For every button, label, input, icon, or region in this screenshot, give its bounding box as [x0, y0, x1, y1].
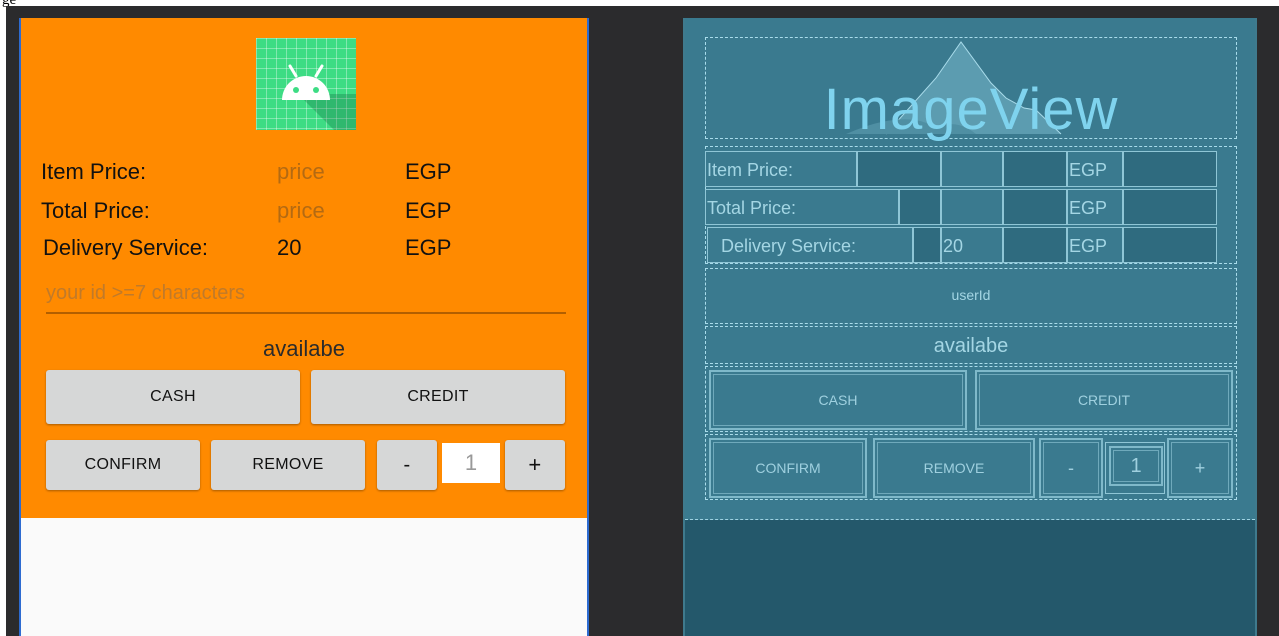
blueprint-availability-text: availabe: [705, 326, 1237, 364]
android-app-icon: [256, 38, 356, 130]
blueprint-user-id-input[interactable]: userId: [705, 268, 1237, 324]
blueprint-delivery-service-currency: EGP: [1069, 236, 1108, 256]
android-robot-icon: [282, 64, 330, 100]
blueprint-cell: [941, 151, 1003, 187]
confirm-button[interactable]: CONFIRM: [46, 440, 200, 490]
blueprint-image-view[interactable]: ImageView: [705, 37, 1237, 142]
blueprint-remove-button[interactable]: REMOVE: [873, 438, 1035, 498]
cash-button[interactable]: CASH: [46, 370, 300, 424]
blueprint-total-price-currency: EGP: [1069, 198, 1108, 218]
order-panel: Item Price: price EGP Total Price: price…: [21, 18, 587, 518]
blueprint-cell: [1003, 151, 1067, 187]
blueprint-user-id-label: userId: [951, 287, 991, 303]
item-price-value: price: [277, 159, 325, 184]
user-id-input-underline: [46, 312, 566, 314]
blueprint-increment-button[interactable]: +: [1167, 438, 1233, 498]
credit-button[interactable]: CREDIT: [311, 370, 565, 424]
blueprint-cell: [1003, 227, 1067, 263]
blueprint-delivery-service-label: Delivery Service:: [721, 236, 857, 256]
blueprint-cell: [1123, 189, 1217, 225]
blueprint-confirm-button[interactable]: CONFIRM: [709, 438, 867, 498]
blueprint-quantity-field[interactable]: 1: [1109, 446, 1163, 486]
delivery-service-currency: EGP: [405, 235, 452, 260]
blueprint-cell: [899, 189, 941, 225]
blueprint-cell: [1003, 189, 1067, 225]
delivery-service-value: 20: [277, 235, 302, 260]
blueprint-cell: [941, 189, 1003, 225]
blueprint-cell: [913, 227, 941, 263]
blueprint-item-price-label: Item Price:: [707, 160, 794, 180]
availability-text: availabe: [263, 336, 345, 361]
blueprint-preview[interactable]: ImageView Item Price: EGP Total Price: E…: [683, 18, 1257, 636]
blueprint-cell: [1123, 151, 1217, 187]
blueprint-delivery-service-value: 20: [943, 236, 964, 256]
blueprint-total-price-label: Total Price:: [707, 198, 797, 218]
total-price-currency: EGP: [405, 198, 452, 223]
blueprint-cell: [857, 151, 941, 187]
blueprint-decrement-button[interactable]: -: [1039, 438, 1103, 498]
total-price-label: Total Price:: [41, 198, 150, 223]
blueprint-cell: [1123, 227, 1217, 263]
decrement-button[interactable]: -: [377, 440, 437, 490]
item-price-label: Item Price:: [41, 159, 147, 184]
blueprint-availability-label: availabe: [933, 335, 1009, 357]
blueprint-cash-button[interactable]: CASH: [709, 370, 967, 430]
image-view-label: ImageView: [823, 77, 1119, 142]
item-price-currency: EGP: [405, 159, 452, 184]
quantity-field[interactable]: 1: [442, 443, 500, 483]
total-price-value: price: [277, 198, 325, 223]
blueprint-order-panel: ImageView Item Price: EGP Total Price: E…: [685, 18, 1255, 520]
blueprint-item-price-currency: EGP: [1069, 160, 1108, 180]
user-id-input[interactable]: your id >=7 characters: [46, 282, 245, 305]
increment-button[interactable]: +: [505, 440, 565, 490]
design-preview[interactable]: Item Price: price EGP Total Price: price…: [19, 18, 589, 636]
remove-button[interactable]: REMOVE: [211, 440, 365, 490]
delivery-service-label: Delivery Service:: [43, 235, 209, 260]
blueprint-credit-button[interactable]: CREDIT: [975, 370, 1233, 430]
